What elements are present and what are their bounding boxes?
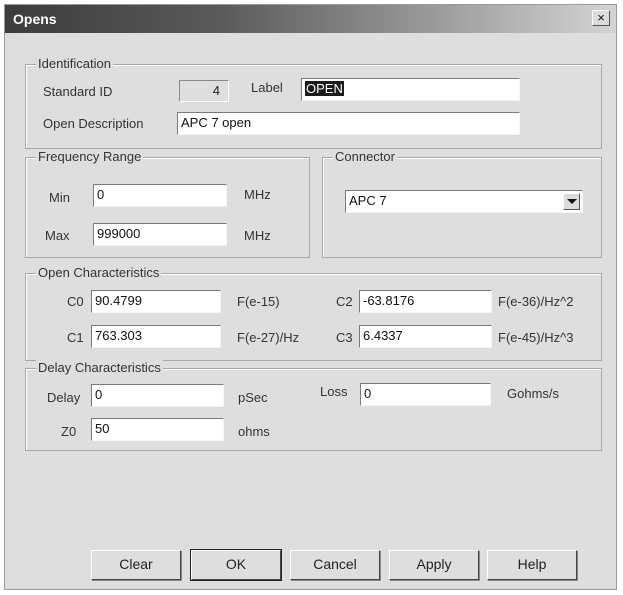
max-frequency-input[interactable]: 999000 (93, 223, 227, 246)
min-frequency-input[interactable]: 0 (93, 184, 227, 207)
help-button[interactable]: Help (487, 550, 577, 580)
c0-unit: F(e-15) (237, 294, 280, 309)
open-description-field[interactable]: APC 7 open (177, 112, 520, 135)
delay-unit: pSec (238, 390, 268, 405)
c0-label: C0 (67, 294, 84, 309)
clear-button[interactable]: Clear (91, 550, 181, 580)
c3-unit: F(e-45)/Hz^3 (498, 330, 574, 345)
z0-input[interactable]: 50 (91, 418, 224, 441)
title-bar[interactable]: Opens × (5, 5, 616, 33)
delay-input[interactable]: 0 (91, 384, 224, 407)
c0-input[interactable]: 90.4799 (91, 290, 221, 313)
max-unit: MHz (244, 228, 271, 243)
identification-group: Identification (25, 56, 602, 149)
loss-unit: Gohms/s (507, 386, 560, 401)
c3-label: C3 (336, 330, 353, 345)
frequency-range-legend: Frequency Range (36, 149, 144, 164)
connector-legend: Connector (333, 149, 397, 164)
chevron-down-icon[interactable] (563, 193, 580, 210)
identification-legend: Identification (36, 56, 113, 71)
open-description-label: Open Description (43, 116, 144, 131)
label-label: Label (251, 80, 283, 95)
cancel-button[interactable]: Cancel (290, 550, 380, 580)
window-title: Opens (13, 11, 57, 27)
connector-dropdown[interactable]: APC 7 (345, 190, 583, 213)
standard-id-value: 4 (179, 80, 229, 102)
standard-id-label: Standard ID (43, 84, 113, 99)
open-characteristics-legend: Open Characteristics (36, 265, 162, 280)
ok-button[interactable]: OK (190, 549, 282, 581)
loss-label: Loss (320, 384, 348, 399)
opens-dialog: Opens × Identification Standard ID 4 Lab… (4, 4, 617, 590)
apply-button[interactable]: Apply (389, 550, 479, 580)
z0-unit: ohms (238, 424, 270, 439)
label-field[interactable]: OPEN (301, 78, 520, 101)
delay-characteristics-legend: Delay Characteristics (36, 360, 163, 375)
loss-input[interactable]: 0 (360, 383, 491, 406)
max-label: Max (45, 228, 70, 243)
label-value: OPEN (305, 81, 344, 96)
c2-label: C2 (336, 294, 353, 309)
close-icon[interactable]: × (592, 10, 610, 26)
min-unit: MHz (244, 187, 271, 202)
min-label: Min (49, 190, 70, 205)
c1-input[interactable]: 763.303 (91, 325, 221, 348)
c3-input[interactable]: 6.4337 (359, 325, 492, 348)
c2-input[interactable]: -63.8176 (359, 290, 492, 313)
c1-label: C1 (67, 330, 84, 345)
delay-label: Delay (47, 390, 81, 405)
connector-selected-value: APC 7 (349, 193, 387, 208)
z0-label: Z0 (61, 424, 77, 439)
c2-unit: F(e-36)/Hz^2 (498, 294, 574, 309)
c1-unit: F(e-27)/Hz (237, 330, 300, 345)
